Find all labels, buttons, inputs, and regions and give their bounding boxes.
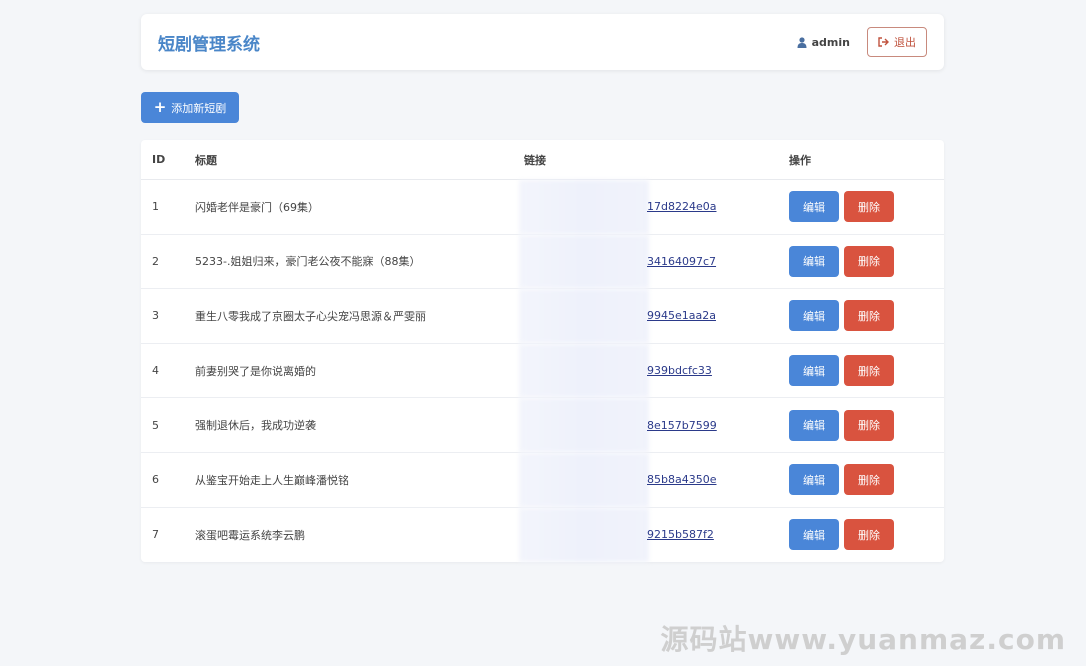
cell-link: 9215b587f2 <box>519 507 789 563</box>
top-header: 短剧管理系统 admin 退出 <box>141 14 944 70</box>
header-right: admin 退出 <box>797 27 927 57</box>
cell-ops: 编辑 删除 <box>789 355 944 387</box>
edit-button[interactable]: 编辑 <box>789 519 839 551</box>
add-drama-button[interactable]: + 添加新短剧 <box>141 92 239 123</box>
cell-link: 34164097c7 <box>519 234 789 289</box>
drama-link[interactable]: 9215b587f2 <box>647 528 714 541</box>
col-header-title: 标题 <box>195 153 217 167</box>
drama-table: ID 标题 链接 操作 1 闪婚老伴是豪门（69集） 17d8224e0a 编辑 删除 2… <box>141 140 944 563</box>
cell-ops: 编辑 删除 <box>789 464 944 496</box>
link-redaction <box>519 452 649 507</box>
edit-button[interactable]: 编辑 <box>789 300 839 332</box>
cell-link: 939bdcfc33 <box>519 343 789 398</box>
edit-button[interactable]: 编辑 <box>789 191 839 223</box>
cell-title: 5233-.姐姐归来，豪门老公夜不能寐（88集） <box>195 255 421 269</box>
cell-ops: 编辑 删除 <box>789 245 944 277</box>
table-row: 4 前妻别哭了是你说离婚的 939bdcfc33 编辑 删除 <box>141 343 944 399</box>
table-row: 6 从鉴宝开始走上人生巅峰潘悦铭 85b8a4350e 编辑 删除 <box>141 452 944 508</box>
add-drama-label: 添加新短剧 <box>171 101 227 115</box>
delete-button[interactable]: 删除 <box>844 464 894 496</box>
delete-button[interactable]: 删除 <box>844 519 894 551</box>
cell-id: 1 <box>152 200 159 214</box>
col-header-ops: 操作 <box>789 153 811 167</box>
link-redaction <box>519 234 649 289</box>
cell-id: 3 <box>152 309 159 323</box>
edit-button[interactable]: 编辑 <box>789 355 839 387</box>
drama-link[interactable]: 34164097c7 <box>647 255 716 268</box>
cell-title: 强制退休后，我成功逆袭 <box>195 419 316 433</box>
delete-button[interactable]: 删除 <box>844 245 894 277</box>
col-header-id: ID <box>152 153 166 166</box>
plus-icon: + <box>153 98 167 116</box>
delete-button[interactable]: 删除 <box>844 191 894 223</box>
edit-button[interactable]: 编辑 <box>789 245 839 277</box>
cell-link: 17d8224e0a <box>519 180 789 234</box>
cell-title: 闪婚老伴是豪门（69集） <box>195 200 319 214</box>
col-header-link: 链接 <box>524 153 546 167</box>
drama-link[interactable]: 8e157b7599 <box>647 419 717 432</box>
cell-title: 从鉴宝开始走上人生巅峰潘悦铭 <box>195 473 349 487</box>
table-row: 5 强制退休后，我成功逆袭 8e157b7599 编辑 删除 <box>141 398 944 453</box>
cell-ops: 编辑 删除 <box>789 191 944 223</box>
current-user: admin <box>797 36 850 49</box>
table-row: 7 滚蛋吧霉运系统李云鹏 9215b587f2 编辑 删除 <box>141 507 944 563</box>
edit-button[interactable]: 编辑 <box>789 464 839 496</box>
drama-link[interactable]: 85b8a4350e <box>647 473 716 486</box>
logout-button[interactable]: 退出 <box>867 27 927 57</box>
cell-id: 4 <box>152 364 159 378</box>
cell-link: 8e157b7599 <box>519 398 789 452</box>
delete-button[interactable]: 删除 <box>844 409 894 441</box>
cell-title: 前妻别哭了是你说离婚的 <box>195 364 316 378</box>
user-icon <box>797 36 807 48</box>
sign-out-icon <box>878 37 889 47</box>
cell-id: 6 <box>152 473 159 487</box>
delete-button[interactable]: 删除 <box>844 300 894 332</box>
cell-link: 9945e1aa2a <box>519 289 789 343</box>
cell-id: 7 <box>152 528 159 542</box>
edit-button[interactable]: 编辑 <box>789 409 839 441</box>
cell-ops: 编辑 删除 <box>789 409 944 441</box>
site-watermark: 源码站www.yuanmaz.com <box>660 623 1066 656</box>
drama-link[interactable]: 939bdcfc33 <box>647 364 712 377</box>
table-row: 1 闪婚老伴是豪门（69集） 17d8224e0a 编辑 删除 <box>141 180 944 235</box>
cell-ops: 编辑 删除 <box>789 519 944 551</box>
cell-ops: 编辑 删除 <box>789 300 944 332</box>
table-body: 1 闪婚老伴是豪门（69集） 17d8224e0a 编辑 删除 2 5233-.姐姐归来，豪… <box>141 180 944 563</box>
table-row: 2 5233-.姐姐归来，豪门老公夜不能寐（88集） 34164097c7 编辑 删除 <box>141 234 944 290</box>
cell-link: 85b8a4350e <box>519 452 789 507</box>
delete-button[interactable]: 删除 <box>844 355 894 387</box>
table-row: 3 重生八零我成了京圈太子心尖宠冯思源＆严雯丽 9945e1aa2a 编辑 删除 <box>141 289 944 344</box>
link-redaction <box>519 507 649 563</box>
cell-title: 重生八零我成了京圈太子心尖宠冯思源＆严雯丽 <box>195 309 426 323</box>
drama-link[interactable]: 9945e1aa2a <box>647 309 716 322</box>
link-redaction <box>519 180 649 234</box>
drama-link[interactable]: 17d8224e0a <box>647 200 716 213</box>
table-header: ID 标题 链接 操作 <box>141 140 944 180</box>
link-redaction <box>519 343 649 398</box>
logout-label: 退出 <box>894 36 916 49</box>
link-redaction <box>519 289 649 343</box>
cell-title: 滚蛋吧霉运系统李云鹏 <box>195 528 305 542</box>
username: admin <box>811 35 850 49</box>
link-redaction <box>519 398 649 452</box>
cell-id: 5 <box>152 418 159 432</box>
app-title: 短剧管理系统 <box>158 34 260 55</box>
cell-id: 2 <box>152 254 159 268</box>
